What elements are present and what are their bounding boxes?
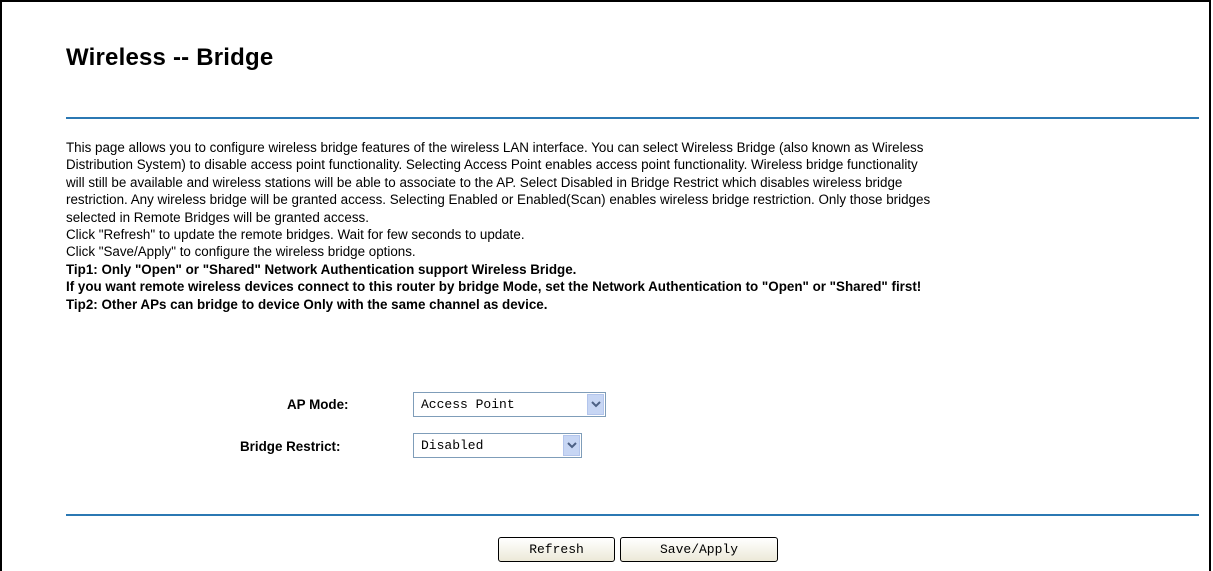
chevron-down-icon[interactable] <box>587 394 604 415</box>
ap-mode-label: AP Mode: <box>287 397 349 412</box>
bridge-restrict-value: Disabled <box>421 438 484 453</box>
description-line: restriction. Any wireless bridge will be… <box>66 192 931 208</box>
refresh-button[interactable]: Refresh <box>498 537 615 562</box>
ap-mode-select[interactable]: Access Point <box>413 392 606 417</box>
page-title: Wireless -- Bridge <box>66 44 274 71</box>
top-divider <box>66 117 1199 119</box>
tip-line: Tip2: Other APs can bridge to device Onl… <box>66 296 548 312</box>
tip-line: Tip1: Only "Open" or "Shared" Network Au… <box>66 261 577 277</box>
bridge-restrict-select[interactable]: Disabled <box>413 433 582 458</box>
bottom-divider <box>66 514 1199 516</box>
bridge-restrict-label: Bridge Restrict: <box>240 439 341 454</box>
ap-mode-value: Access Point <box>421 397 515 412</box>
description-line: Click "Save/Apply" to configure the wire… <box>66 244 416 260</box>
chevron-down-icon[interactable] <box>563 435 580 456</box>
description-line: Click "Refresh" to update the remote bri… <box>66 227 525 243</box>
description-line: will still be available and wireless sta… <box>66 174 903 190</box>
tip-line: If you want remote wireless devices conn… <box>66 279 922 295</box>
save-apply-button[interactable]: Save/Apply <box>620 537 778 562</box>
description-line: selected in Remote Bridges will be grant… <box>66 209 369 225</box>
description-block: This page allows you to configure wirele… <box>66 139 1206 313</box>
description-line: This page allows you to configure wirele… <box>66 140 924 155</box>
description-line: Distribution System) to disable access p… <box>66 157 918 173</box>
